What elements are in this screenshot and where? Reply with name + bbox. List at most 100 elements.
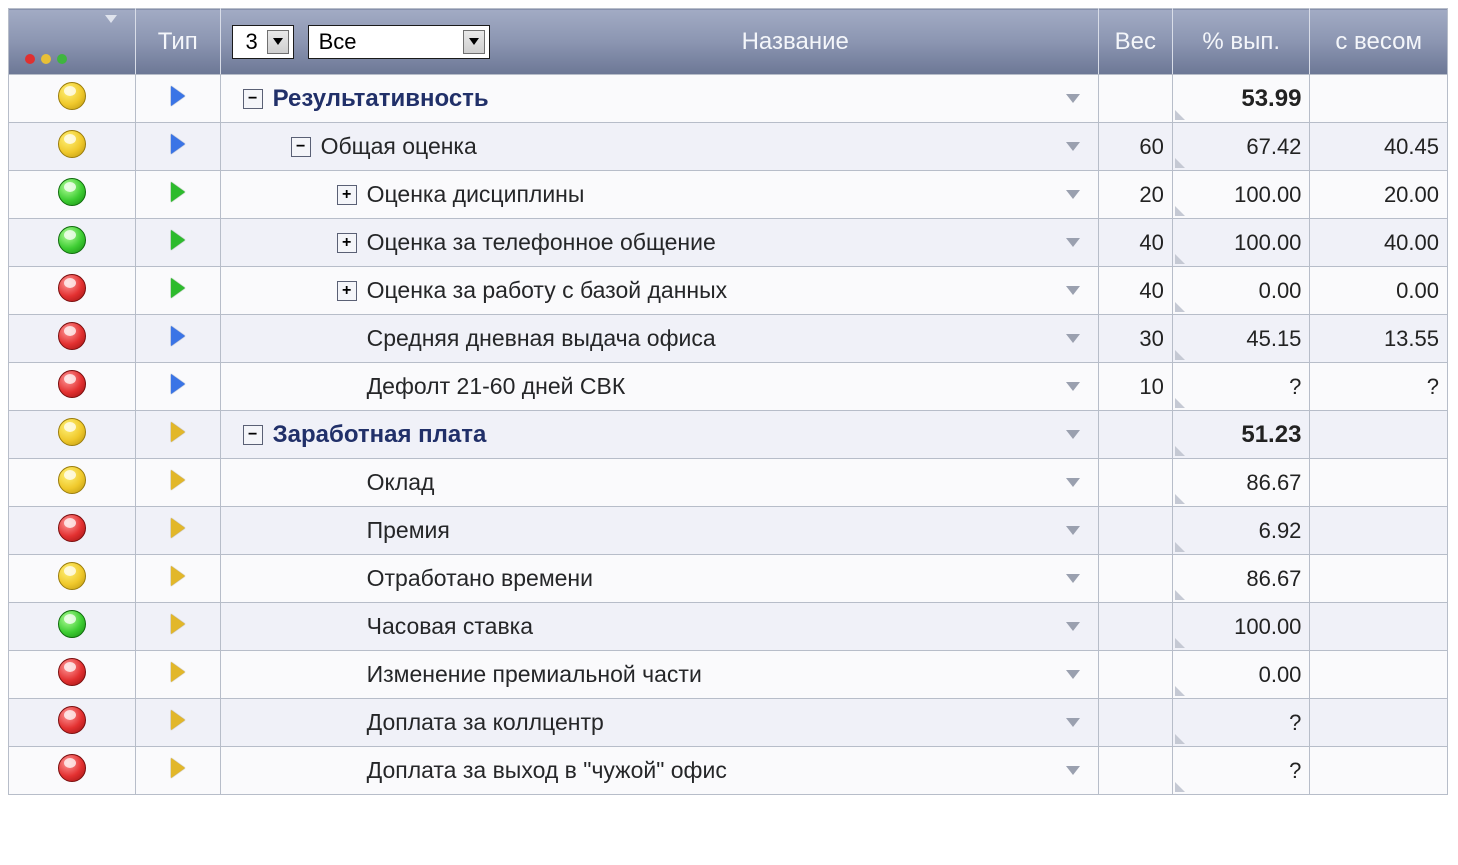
header-status[interactable] (9, 9, 136, 75)
header-weight-label: Вес (1115, 28, 1156, 55)
row-dropdown-icon[interactable] (1066, 238, 1080, 247)
status-cell (9, 267, 136, 315)
kpi-grid: Тип 3 Все Название Вес (8, 8, 1448, 795)
name-cell[interactable]: Доплата за коллцентр (220, 699, 1098, 747)
row-dropdown-icon[interactable] (1066, 286, 1080, 295)
name-cell[interactable]: Отработано времени (220, 555, 1098, 603)
weighted-cell: 40.00 (1310, 219, 1448, 267)
type-cell (135, 171, 220, 219)
table-row[interactable]: Оклад 86.67 (9, 459, 1448, 507)
tree-expand-icon[interactable]: + (337, 185, 357, 205)
status-light-icon (58, 130, 86, 158)
pct-value: 86.67 (1246, 566, 1301, 591)
status-cell (9, 651, 136, 699)
row-label: Оценка дисциплины (367, 181, 585, 208)
name-cell[interactable]: −Результативность (220, 75, 1098, 123)
name-cell[interactable]: + Оценка дисциплины (220, 171, 1098, 219)
tree-collapse-icon[interactable]: − (243, 89, 263, 109)
table-row[interactable]: Премия6.92 (9, 507, 1448, 555)
row-dropdown-icon[interactable] (1066, 190, 1080, 199)
header-type-label: Тип (158, 28, 198, 55)
table-row[interactable]: +Оценка за работу с базой данных400.000.… (9, 267, 1448, 315)
table-row[interactable]: Доплата за выход в "чужой" офис? (9, 747, 1448, 795)
row-dropdown-icon[interactable] (1066, 622, 1080, 631)
table-row[interactable]: Изменение премиальной части 0.00 (9, 651, 1448, 699)
header-pct[interactable]: % вып. (1172, 9, 1310, 75)
name-cell[interactable]: Средняя дневная выдача офиса (220, 315, 1098, 363)
weight-cell (1098, 699, 1172, 747)
tree-expand-icon[interactable]: + (337, 233, 357, 253)
cell-handle-icon (1175, 494, 1185, 504)
header-weight[interactable]: Вес (1098, 9, 1172, 75)
table-row[interactable]: +Оценка за телефонное общение40100.0040.… (9, 219, 1448, 267)
row-label: Отработано времени (367, 565, 593, 592)
cell-handle-icon (1175, 398, 1185, 408)
status-cell (9, 411, 136, 459)
status-light-icon (58, 370, 86, 398)
name-cell[interactable]: −Общая оценка (220, 123, 1098, 171)
name-cell[interactable]: −Заработная плата (220, 411, 1098, 459)
row-dropdown-icon[interactable] (1066, 142, 1080, 151)
table-row[interactable]: −Общая оценка6067.4240.45 (9, 123, 1448, 171)
name-cell[interactable]: Дефолт 21-60 дней СВК (220, 363, 1098, 411)
status-light-icon (58, 466, 86, 494)
name-cell[interactable]: Изменение премиальной части (220, 651, 1098, 699)
pct-value: 0.00 (1259, 662, 1302, 687)
type-arrow-icon (171, 326, 185, 346)
table-row[interactable]: Доплата за коллцентр? (9, 699, 1448, 747)
table-row[interactable]: −Результативность53.99 (9, 75, 1448, 123)
name-cell[interactable]: Оклад (220, 459, 1098, 507)
name-cell[interactable]: +Оценка за телефонное общение (220, 219, 1098, 267)
type-arrow-icon (171, 230, 185, 250)
level-select[interactable]: 3 (232, 25, 294, 59)
row-dropdown-icon[interactable] (1066, 766, 1080, 775)
status-cell (9, 219, 136, 267)
header-name: 3 Все Название (220, 9, 1098, 75)
status-light-icon (58, 226, 86, 254)
type-arrow-icon (171, 710, 185, 730)
type-cell (135, 363, 220, 411)
table-row[interactable]: +Оценка дисциплины20100.0020.00 (9, 171, 1448, 219)
tree-collapse-icon[interactable]: − (243, 425, 263, 445)
table-row[interactable]: −Заработная плата51.23 (9, 411, 1448, 459)
row-dropdown-icon[interactable] (1066, 526, 1080, 535)
row-dropdown-icon[interactable] (1066, 382, 1080, 391)
type-arrow-icon (171, 518, 185, 538)
row-dropdown-icon[interactable] (1066, 430, 1080, 439)
status-cell (9, 555, 136, 603)
table-row[interactable]: Средняя дневная выдача офиса3045.1513.55 (9, 315, 1448, 363)
pct-value: 45.15 (1246, 326, 1301, 351)
header-weighted-label: с весом (1335, 28, 1422, 55)
dropdown-button-icon[interactable] (267, 30, 289, 54)
cell-handle-icon (1175, 254, 1185, 264)
pct-cell: 67.42 (1172, 123, 1310, 171)
weight-cell (1098, 747, 1172, 795)
pct-value: 86.67 (1246, 470, 1301, 495)
table-row[interactable]: Дефолт 21-60 дней СВК10?? (9, 363, 1448, 411)
name-cell[interactable]: Часовая ставка (220, 603, 1098, 651)
row-label: Средняя дневная выдача офиса (367, 325, 716, 352)
tree-expand-icon[interactable]: + (337, 281, 357, 301)
table-row[interactable]: Часовая ставка100.00 (9, 603, 1448, 651)
name-cell[interactable]: Премия (220, 507, 1098, 555)
tree-collapse-icon[interactable]: − (291, 137, 311, 157)
type-arrow-icon (171, 758, 185, 778)
status-cell (9, 507, 136, 555)
header-weighted[interactable]: с весом (1310, 9, 1448, 75)
row-dropdown-icon[interactable] (1066, 670, 1080, 679)
filter-select[interactable]: Все (308, 25, 490, 59)
row-dropdown-icon[interactable] (1066, 334, 1080, 343)
pct-cell: 0.00 (1172, 651, 1310, 699)
row-dropdown-icon[interactable] (1066, 94, 1080, 103)
row-dropdown-icon[interactable] (1066, 478, 1080, 487)
row-dropdown-icon[interactable] (1066, 574, 1080, 583)
row-dropdown-icon[interactable] (1066, 718, 1080, 727)
type-arrow-icon (171, 662, 185, 682)
dropdown-button-icon[interactable] (463, 30, 485, 54)
type-arrow-icon (171, 470, 185, 490)
table-row[interactable]: Отработано времени 86.67 (9, 555, 1448, 603)
weight-cell: 20 (1098, 171, 1172, 219)
header-type[interactable]: Тип (135, 9, 220, 75)
name-cell[interactable]: Доплата за выход в "чужой" офис (220, 747, 1098, 795)
name-cell[interactable]: +Оценка за работу с базой данных (220, 267, 1098, 315)
